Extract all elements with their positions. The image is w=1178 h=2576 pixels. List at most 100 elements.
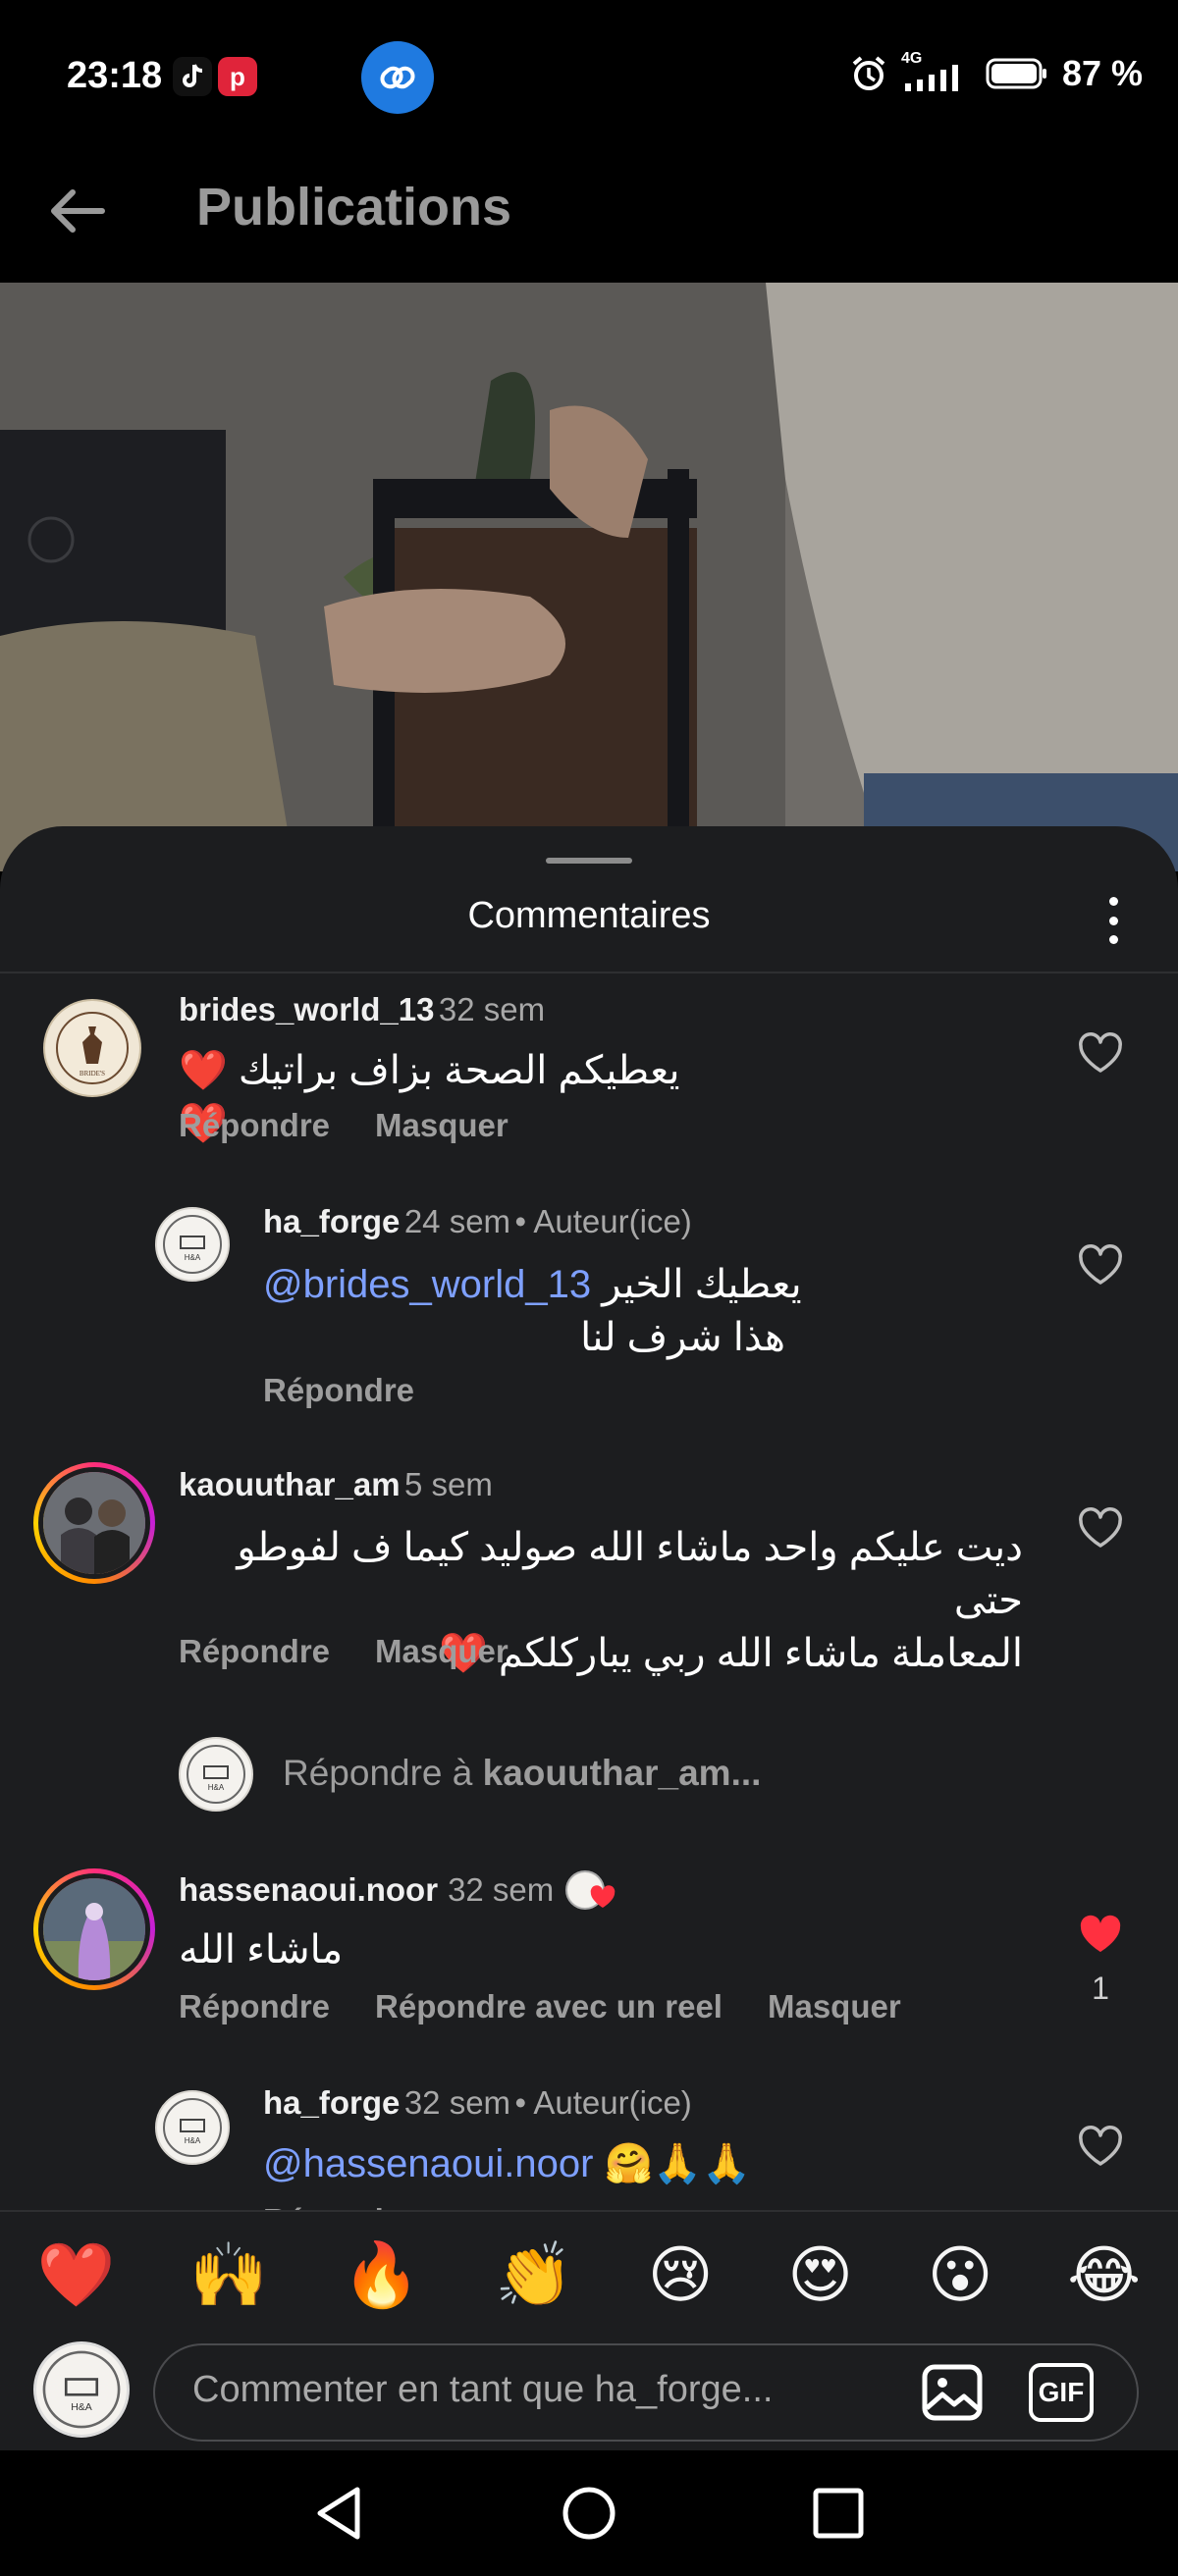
nav-back-icon[interactable] [312, 2484, 365, 2543]
image-icon[interactable] [921, 2361, 984, 2424]
comment-username[interactable]: kaouuthar_am [179, 1466, 401, 1502]
back-button[interactable] [43, 177, 112, 245]
avatar[interactable] [33, 1462, 155, 1584]
ha-forge-logo-icon: H&A [163, 2098, 222, 2157]
comment-emojis: 🤗🙏🙏 [604, 2142, 751, 2185]
ha-forge-logo-icon: H&A [42, 2350, 121, 2429]
comment-username[interactable]: ha_forge [263, 1203, 400, 1239]
comment-text: @brides_world_13 يعطيك الخير هذا شرف لنا [263, 1258, 813, 1364]
comment-username[interactable]: brides_world_13 [179, 991, 434, 1027]
comment-actions: Répondre Masquer [179, 1633, 509, 1670]
ha-forge-logo-icon: H&A [187, 1745, 245, 1804]
mention-link[interactable]: @hassenaoui.noor [263, 2142, 593, 2185]
link-icon[interactable] [361, 41, 434, 114]
comment-username[interactable]: ha_forge [263, 2084, 400, 2121]
comment-actions: Répondre Répondre avec un reel Masquer [179, 1988, 901, 2025]
emoji-crying[interactable]: 😢 [648, 2238, 714, 2312]
reply-button[interactable]: Répondre [263, 1372, 414, 1409]
gif-button[interactable]: GIF [1029, 2363, 1094, 2422]
mention-link[interactable]: @brides_world_13 [263, 1263, 591, 1306]
post-video[interactable] [0, 283, 1178, 871]
svg-text:H&A: H&A [185, 1253, 201, 1262]
svg-text:BRIDE'S: BRIDE'S [80, 1070, 105, 1078]
heart-icon[interactable] [1078, 2126, 1123, 2167]
author-badge: • Auteur(ice) [514, 2084, 692, 2121]
tiktok-icon [173, 57, 212, 96]
comment-input-placeholder: Commenter en tant que ha_forge... [192, 2369, 774, 2410]
page-title: Publications [196, 178, 512, 237]
video-frame [0, 283, 1178, 871]
comment-actions: Répondre [263, 2202, 414, 2210]
nav-recents-icon[interactable] [811, 2486, 866, 2541]
red-app-icon: p [218, 57, 257, 96]
comment-actions: Répondre [263, 1372, 414, 1409]
heart-icon[interactable] [1078, 1244, 1123, 1286]
reply-prompt-prefix: Répondre à [283, 1753, 483, 1793]
alarm-icon [852, 56, 885, 90]
quick-emoji-bar: ❤️ 🙌 🔥 👏 😢 😍 😮 😂 [0, 2210, 1178, 2338]
avatar[interactable]: BRIDE'S [43, 999, 141, 1097]
heart-icon[interactable] [1078, 1032, 1123, 1074]
battery-percent: 87 % [1061, 53, 1143, 93]
ha-forge-logo-icon: H&A [163, 1215, 222, 1274]
reply-prompt[interactable]: Répondre à kaouuthar_am... [283, 1753, 761, 1794]
comment-line: يعطيك الخير [602, 1263, 802, 1306]
arrow-left-icon [51, 189, 105, 233]
comment-line: ديت عليكم واحد ماشاء الله صوليد كيما ف ل… [237, 1526, 1023, 1622]
comment-header: kaouuthar_am 5 sem [179, 1466, 493, 1503]
avatar[interactable]: H&A [155, 1207, 230, 1282]
avatar[interactable]: H&A [155, 2090, 230, 2165]
reply-button[interactable]: Répondre [179, 1107, 330, 1144]
hide-button[interactable]: Masquer [375, 1633, 509, 1670]
heart-filled-icon[interactable] [1078, 1914, 1123, 1955]
avatar: H&A [33, 2341, 130, 2438]
comment-clip: H&A ha_forge 32 sem • Auteur(ice) @hasse… [0, 2080, 1178, 2210]
reply-button[interactable]: Répondre [179, 1988, 330, 2025]
avatar-photo [38, 1467, 150, 1579]
comment-time: 24 sem [403, 1203, 511, 1239]
emoji-raised-hands[interactable]: 🙌 [189, 2238, 268, 2312]
svg-text:H&A: H&A [208, 1783, 225, 1792]
reply-prompt-username: kaouuthar_am... [482, 1753, 762, 1793]
heart-icon[interactable] [1078, 1507, 1123, 1549]
comment-line: هذا شرف لنا [580, 1316, 785, 1359]
emoji-laughing[interactable]: 😂 [1067, 2238, 1141, 2312]
nav-home-icon[interactable] [560, 2484, 618, 2543]
system-nav-bar [0, 2450, 1178, 2576]
hide-button[interactable]: Masquer [375, 1107, 509, 1144]
more-vertical-icon[interactable] [1096, 893, 1131, 948]
sheet-title: Commentaires [467, 895, 711, 936]
drag-handle[interactable] [546, 858, 632, 864]
emoji-clap[interactable]: 👏 [495, 2238, 573, 2312]
emoji-fire[interactable]: 🔥 [343, 2238, 421, 2312]
comment-username[interactable]: hassenaoui.noor [179, 1871, 438, 1909]
comment-time: 32 sem [403, 2084, 511, 2121]
battery-icon [986, 58, 1046, 89]
reply-button[interactable]: Répondre [263, 2202, 414, 2210]
emoji-surprised[interactable]: 😮 [928, 2238, 993, 2312]
comment-time: 32 sem [448, 1871, 555, 1908]
comment-header: brides_world_13 32 sem [179, 991, 545, 1028]
reply-with-reel-button[interactable]: Répondre avec un reel [375, 1988, 723, 2025]
comment-header: ha_forge 24 sem • Auteur(ice) [263, 1203, 692, 1240]
sheet-divider [0, 972, 1178, 973]
brides-world-logo-icon: BRIDE'S [56, 1012, 129, 1084]
comment-actions: Répondre Masquer [179, 1107, 509, 1144]
comment-header: hassenaoui.noor 32 sem [179, 1868, 616, 1912]
avatar: H&A [179, 1737, 253, 1812]
comment-text: ماشاء الله [179, 1928, 344, 1971]
comment-time: 5 sem [404, 1466, 493, 1502]
status-bar: 23:18 p 4G 87 % [0, 0, 1178, 157]
status-time: 23:18 [67, 55, 163, 96]
signal-icon: 4G [901, 50, 972, 93]
system-indicators: 4G 87 % [850, 50, 1143, 94]
emoji-heart[interactable]: ❤️ [37, 2238, 116, 2312]
emoji-heart-eyes[interactable]: 😍 [787, 2238, 853, 2312]
author-liked-icon [563, 1868, 616, 1912]
reply-button[interactable]: Répondre [179, 1633, 330, 1670]
author-badge: • Auteur(ice) [514, 1203, 692, 1239]
avatar[interactable] [33, 1868, 155, 1990]
hide-button[interactable]: Masquer [768, 1988, 901, 2025]
svg-text:H&A: H&A [185, 2136, 201, 2145]
svg-text:H&A: H&A [71, 2401, 92, 2413]
